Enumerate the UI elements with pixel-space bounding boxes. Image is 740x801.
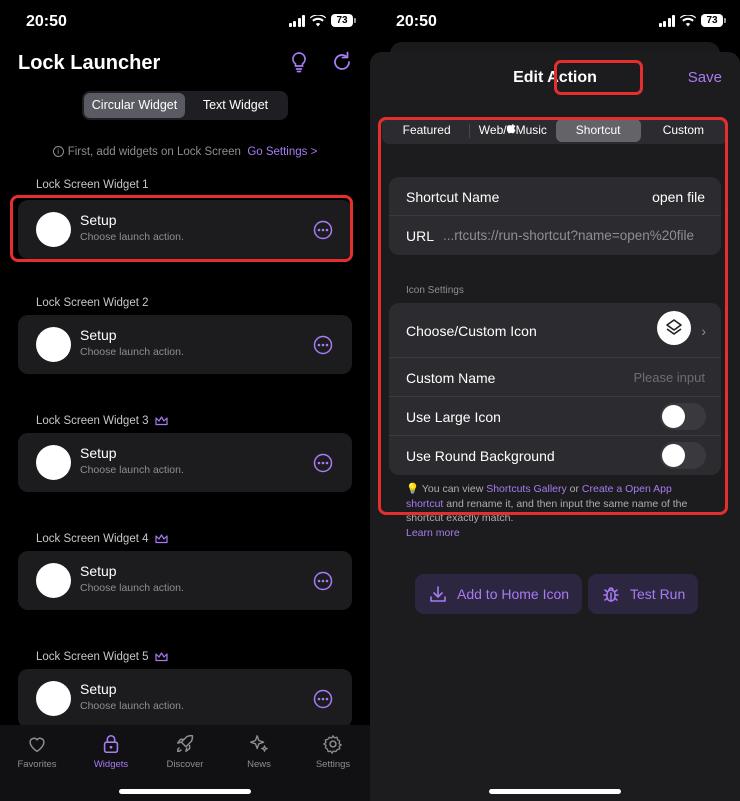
crown-icon bbox=[154, 534, 168, 544]
hint-text: i First, add widgets on Lock Screen Go Se… bbox=[0, 146, 370, 158]
segment-text-widget[interactable]: Text Widget bbox=[185, 93, 286, 118]
signal-icon bbox=[288, 14, 305, 27]
widget-title: Setup bbox=[80, 445, 117, 461]
widget-label: Lock Screen Widget 3 bbox=[36, 415, 168, 427]
gear-icon bbox=[323, 735, 342, 754]
widget-title: Setup bbox=[80, 327, 117, 343]
tab-news[interactable]: News bbox=[222, 733, 296, 770]
tab-bar: Favorites Widgets Discover News Settings bbox=[0, 725, 370, 801]
widget-preview-circle bbox=[36, 563, 71, 598]
highlight-box bbox=[10, 195, 353, 262]
crown-icon bbox=[154, 416, 168, 426]
rocket-icon bbox=[176, 734, 194, 753]
bug-icon bbox=[603, 587, 619, 602]
add-to-home-icon-button[interactable]: Add to Home Icon bbox=[415, 574, 583, 614]
widget-preview-circle bbox=[36, 445, 71, 480]
more-options-icon[interactable] bbox=[313, 571, 333, 591]
widget-title: Setup bbox=[80, 563, 117, 579]
more-options-icon[interactable] bbox=[313, 689, 333, 709]
page-title: Lock Launcher bbox=[18, 52, 161, 74]
status-bar: 20:50 73 bbox=[370, 12, 740, 34]
status-time: 20:50 bbox=[396, 13, 437, 30]
signal-icon bbox=[658, 14, 675, 27]
lock-launcher-screen: 20:50 73 Lock Launcher Circular Widget T… bbox=[0, 0, 370, 801]
tab-favorites[interactable]: Favorites bbox=[0, 733, 74, 770]
widget-card[interactable]: Setup Choose launch action. bbox=[18, 315, 352, 374]
tab-widgets[interactable]: Widgets bbox=[74, 733, 148, 770]
learn-more-link[interactable]: Learn more bbox=[406, 527, 460, 539]
widget-label: Lock Screen Widget 5 bbox=[36, 651, 168, 663]
crown-icon bbox=[154, 652, 168, 662]
battery-icon: 73 bbox=[701, 14, 726, 27]
test-run-button[interactable]: Test Run bbox=[588, 574, 699, 614]
highlight-box bbox=[378, 117, 728, 515]
widget-type-segmented-control: Circular Widget Text Widget bbox=[82, 91, 288, 120]
battery-icon: 73 bbox=[331, 14, 356, 27]
info-icon: i bbox=[52, 146, 64, 157]
widget-label: Lock Screen Widget 2 bbox=[36, 297, 149, 309]
status-bar: 20:50 73 bbox=[0, 12, 370, 34]
widget-subtitle: Choose launch action. bbox=[80, 582, 184, 594]
refresh-icon[interactable] bbox=[330, 50, 354, 74]
sparkles-icon bbox=[250, 735, 268, 752]
widget-card[interactable]: Setup Choose launch action. bbox=[18, 669, 352, 728]
more-options-icon[interactable] bbox=[313, 335, 333, 355]
wifi-icon bbox=[680, 14, 696, 26]
highlight-box bbox=[554, 60, 643, 95]
heart-icon bbox=[29, 737, 45, 753]
more-options-icon[interactable] bbox=[313, 453, 333, 473]
home-indicator bbox=[119, 789, 251, 794]
edit-action-screen: 20:50 73 Edit Action Save Featured Web/M… bbox=[370, 0, 740, 801]
tab-settings[interactable]: Settings bbox=[296, 733, 370, 770]
widget-preview-circle bbox=[36, 327, 71, 362]
home-indicator bbox=[489, 789, 621, 794]
widget-subtitle: Choose launch action. bbox=[80, 700, 184, 712]
widget-subtitle: Choose launch action. bbox=[80, 346, 184, 358]
widget-label: Lock Screen Widget 4 bbox=[36, 533, 168, 545]
lock-widget-icon bbox=[103, 734, 119, 754]
download-icon bbox=[430, 586, 446, 602]
widget-card[interactable]: Setup Choose launch action. bbox=[18, 551, 352, 610]
widget-label: Lock Screen Widget 1 bbox=[36, 179, 149, 191]
go-settings-link[interactable]: Go Settings > bbox=[247, 146, 317, 158]
widget-subtitle: Choose launch action. bbox=[80, 464, 184, 476]
segment-circular-widget[interactable]: Circular Widget bbox=[84, 93, 185, 118]
widget-preview-circle bbox=[36, 681, 71, 716]
wifi-icon bbox=[310, 14, 326, 26]
tab-discover[interactable]: Discover bbox=[148, 733, 222, 770]
widget-card[interactable]: Setup Choose launch action. bbox=[18, 433, 352, 492]
save-button[interactable]: Save bbox=[688, 69, 722, 86]
widget-title: Setup bbox=[80, 681, 117, 697]
lightbulb-icon[interactable] bbox=[287, 50, 311, 74]
status-time: 20:50 bbox=[26, 13, 67, 30]
